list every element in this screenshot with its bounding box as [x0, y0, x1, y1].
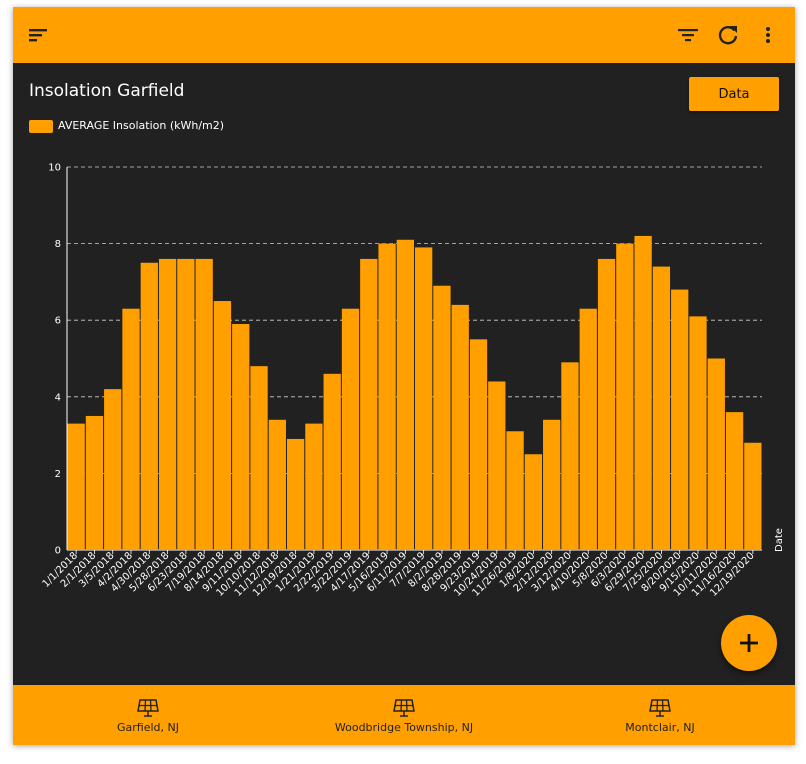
- bar: [652, 266, 671, 550]
- nav-label-woodbridge: Woodbridge Township, NJ: [334, 721, 474, 734]
- nav-item-montclair[interactable]: Montclair, NJ: [530, 685, 790, 745]
- filter-icon[interactable]: [674, 21, 702, 49]
- y-tick-label: 0: [55, 546, 61, 557]
- bar: [104, 389, 122, 550]
- app-window: 0 2 4 6 8 10 1/1/2018 2/1/2018 3/5/2018 4/2/2018 4…: [13, 7, 795, 745]
- nav-label-garfield: Garfield, NJ: [117, 721, 179, 734]
- bar: [67, 423, 85, 550]
- bar: [597, 258, 616, 550]
- bar: [543, 419, 561, 550]
- chart-panel: 0 2 4 6 8 10 1/1/2018 2/1/2018 3/5/2018 4/2/2018 4…: [13, 63, 795, 685]
- bar: [451, 304, 469, 550]
- bar: [616, 243, 634, 550]
- bar: [341, 308, 360, 550]
- bar: [634, 235, 652, 550]
- bar: [85, 415, 104, 550]
- add-fab-button[interactable]: [721, 615, 777, 671]
- bar: [195, 258, 213, 550]
- bar: [122, 308, 140, 550]
- bar: [158, 258, 177, 550]
- bar: [286, 438, 305, 550]
- bar: [177, 258, 195, 550]
- bar: [323, 373, 341, 550]
- bar: [579, 308, 597, 550]
- bottom-navigation: Garfield, NJ Woodbridge Township, NJ Mon…: [13, 685, 795, 745]
- solar-panel-icon: [393, 699, 415, 717]
- y-tick-label: 2: [55, 469, 61, 480]
- bar: [469, 339, 488, 550]
- bar: [140, 262, 158, 550]
- bar: [213, 301, 232, 550]
- bar: [689, 316, 707, 550]
- y-tick-label: 8: [55, 239, 61, 250]
- bar: [744, 442, 762, 550]
- bar: [396, 239, 414, 550]
- nav-label-montclair: Montclair, NJ: [625, 721, 695, 734]
- y-tick-label: 10: [48, 163, 61, 174]
- bar: [488, 381, 506, 550]
- nav-item-garfield[interactable]: Garfield, NJ: [18, 685, 278, 745]
- more-vert-icon[interactable]: [754, 21, 782, 49]
- bar: [725, 412, 744, 550]
- solar-panel-icon: [649, 699, 671, 717]
- y-tick-label: 6: [55, 316, 61, 327]
- sort-menu-icon[interactable]: [25, 21, 53, 49]
- solar-panel-icon: [137, 699, 159, 717]
- bar: [232, 324, 250, 550]
- bar: [707, 358, 725, 550]
- page-title: Insolation Garfield: [29, 81, 185, 101]
- y-tick-label: 4: [55, 392, 61, 403]
- bar: [378, 243, 396, 550]
- bar: [671, 289, 689, 550]
- data-button[interactable]: Data: [689, 77, 779, 111]
- nav-item-woodbridge[interactable]: Woodbridge Township, NJ: [274, 685, 534, 745]
- bar: [268, 419, 286, 550]
- insolation-chart: 02468101/1/20182/1/20183/5/20184/2/20184…: [41, 163, 785, 599]
- legend-swatch: [29, 120, 53, 133]
- top-app-bar: [13, 7, 795, 63]
- bar: [506, 431, 524, 550]
- legend-label: AVERAGE Insolation (kWh/m2): [58, 119, 225, 132]
- bar: [524, 454, 543, 550]
- bar: [360, 258, 378, 550]
- bar: [433, 285, 451, 550]
- bar: [250, 366, 268, 550]
- refresh-icon[interactable]: [714, 21, 742, 49]
- bar: [415, 247, 433, 550]
- bar: [305, 423, 323, 550]
- bar: [561, 362, 579, 550]
- add-icon: [740, 634, 758, 652]
- x-axis-title: Date: [774, 528, 785, 552]
